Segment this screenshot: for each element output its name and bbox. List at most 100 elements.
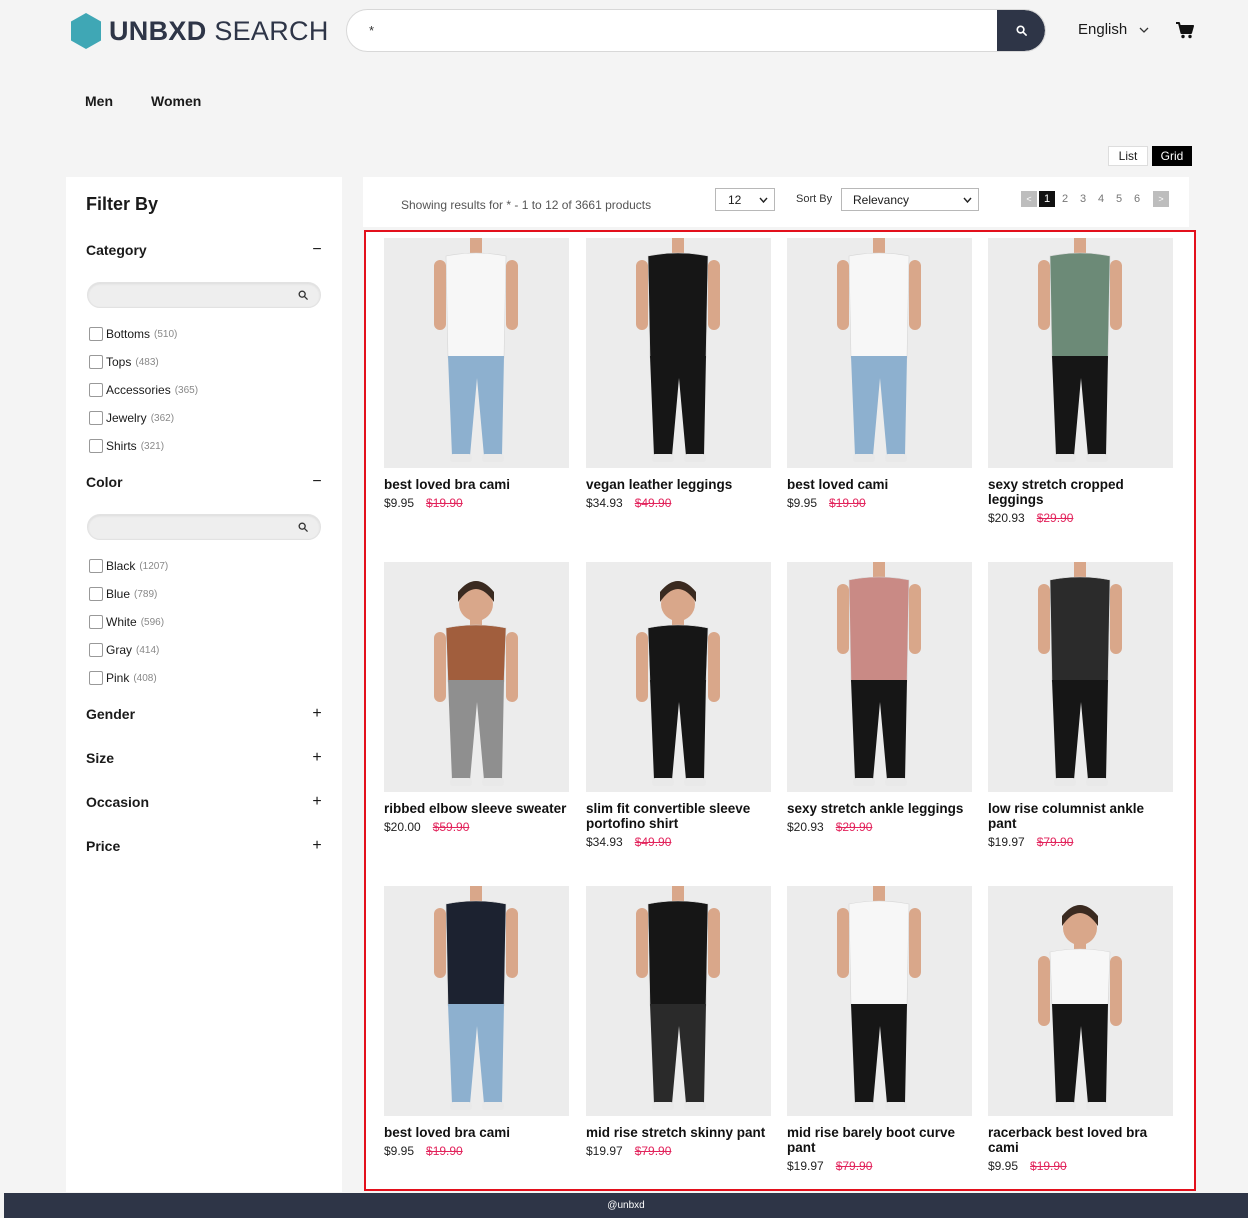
product-price: $19.97 $79.90 <box>988 835 1173 849</box>
search-button[interactable] <box>997 10 1045 51</box>
page-4[interactable]: 4 <box>1093 191 1109 207</box>
collapse-icon[interactable]: − <box>310 241 324 259</box>
product-image-frame[interactable] <box>787 886 972 1116</box>
page-2[interactable]: 2 <box>1057 191 1073 207</box>
prev-page-button[interactable]: < <box>1021 191 1037 207</box>
product-card[interactable]: sexy stretch cropped leggings $20.93 $29.9… <box>988 238 1173 525</box>
category-option-shirts[interactable]: Shirts (321) <box>89 438 164 454</box>
product-card[interactable]: sexy stretch ankle leggings $20.93 $29.90 <box>787 562 972 834</box>
brand-logo[interactable]: UNBXD SEARCH <box>70 13 329 49</box>
checkbox[interactable] <box>89 383 103 397</box>
product-card[interactable]: slim fit convertible sleeve portofino sh… <box>586 562 771 849</box>
category-option-jewelry[interactable]: Jewelry (362) <box>89 410 174 426</box>
checkbox[interactable] <box>89 411 103 425</box>
page-3[interactable]: 3 <box>1075 191 1091 207</box>
category-option-bottoms[interactable]: Bottoms (510) <box>89 326 177 342</box>
sort-select[interactable]: Relevancy <box>841 188 979 211</box>
product-image-frame[interactable] <box>787 238 972 468</box>
search-icon <box>298 522 308 532</box>
expand-icon[interactable]: + <box>310 793 324 811</box>
facet-price-header[interactable]: Price + <box>86 837 324 855</box>
facet-category-header[interactable]: Category − <box>86 241 324 259</box>
expand-icon[interactable]: + <box>310 705 324 723</box>
product-title[interactable]: mid rise stretch skinny pant <box>586 1125 771 1140</box>
facet-color-header[interactable]: Color − <box>86 473 324 491</box>
product-card[interactable]: best loved bra cami $9.95 $19.90 <box>384 238 569 510</box>
search-input[interactable] <box>347 10 997 51</box>
nav-women[interactable]: Women <box>151 93 201 109</box>
product-card[interactable]: vegan leather leggings $34.93 $49.90 <box>586 238 771 510</box>
grid-view-button[interactable]: Grid <box>1152 146 1192 166</box>
product-card[interactable]: mid rise barely boot curve pant $19.97 $79… <box>787 886 972 1173</box>
page-1[interactable]: 1 <box>1039 191 1055 207</box>
product-image-frame[interactable] <box>384 562 569 792</box>
checkbox[interactable] <box>89 439 103 453</box>
color-option-pink[interactable]: Pink (408) <box>89 670 157 686</box>
page-5[interactable]: 5 <box>1111 191 1127 207</box>
cart-icon[interactable] <box>1176 22 1194 39</box>
product-image-frame[interactable] <box>586 562 771 792</box>
list-view-button[interactable]: List <box>1108 146 1148 166</box>
expand-icon[interactable]: + <box>310 749 324 767</box>
category-option-tops[interactable]: Tops (483) <box>89 354 159 370</box>
product-title[interactable]: sexy stretch cropped leggings <box>988 477 1173 507</box>
color-option-black[interactable]: Black (1207) <box>89 558 168 574</box>
product-title[interactable]: ribbed elbow sleeve sweater <box>384 801 569 816</box>
facet-occasion-header[interactable]: Occasion + <box>86 793 324 811</box>
product-title[interactable]: mid rise barely boot curve pant <box>787 1125 972 1155</box>
product-image-frame[interactable] <box>787 562 972 792</box>
product-image <box>988 886 1173 1116</box>
product-title[interactable]: best loved cami <box>787 477 972 492</box>
product-card[interactable]: mid rise stretch skinny pant $19.97 $79.90 <box>586 886 771 1158</box>
product-title[interactable]: slim fit convertible sleeve portofino sh… <box>586 801 771 831</box>
product-title[interactable]: best loved bra cami <box>384 1125 569 1140</box>
color-option-blue[interactable]: Blue (789) <box>89 586 157 602</box>
sale-price: $19.97 <box>787 1159 824 1173</box>
product-card[interactable]: racerback best loved bra cami $9.95 $19.90 <box>988 886 1173 1173</box>
facet-gender-header[interactable]: Gender + <box>86 705 324 723</box>
product-image-frame[interactable] <box>988 238 1173 468</box>
checkbox[interactable] <box>89 643 103 657</box>
product-card[interactable]: ribbed elbow sleeve sweater $20.00 $59.90 <box>384 562 569 834</box>
product-image <box>384 562 569 792</box>
product-title[interactable]: sexy stretch ankle leggings <box>787 801 972 816</box>
expand-icon[interactable]: + <box>310 837 324 855</box>
product-title[interactable]: low rise columnist ankle pant <box>988 801 1173 831</box>
product-title[interactable]: vegan leather leggings <box>586 477 771 492</box>
product-card[interactable]: low rise columnist ankle pant $19.97 $79.9… <box>988 562 1173 849</box>
checkbox[interactable] <box>89 587 103 601</box>
color-option-gray[interactable]: Gray (414) <box>89 642 159 658</box>
product-image-frame[interactable] <box>384 238 569 468</box>
checkbox[interactable] <box>89 559 103 573</box>
product-image <box>787 886 972 1116</box>
product-title[interactable]: best loved bra cami <box>384 477 569 492</box>
product-title[interactable]: racerback best loved bra cami <box>988 1125 1173 1155</box>
category-option-accessories[interactable]: Accessories (365) <box>89 382 198 398</box>
category-search-input[interactable] <box>88 283 288 307</box>
product-card[interactable]: best loved bra cami $9.95 $19.90 <box>384 886 569 1158</box>
collapse-icon[interactable]: − <box>310 473 324 491</box>
nav-men[interactable]: Men <box>85 93 113 109</box>
checkbox[interactable] <box>89 671 103 685</box>
product-image-frame[interactable] <box>988 886 1173 1116</box>
product-image-frame[interactable] <box>384 886 569 1116</box>
language-selector[interactable]: English <box>1078 21 1149 38</box>
color-search-input[interactable] <box>88 515 288 539</box>
checkbox[interactable] <box>89 327 103 341</box>
checkbox[interactable] <box>89 615 103 629</box>
results-summary: Showing results for * - 1 to 12 of 3661 … <box>401 198 652 212</box>
product-image-frame[interactable] <box>988 562 1173 792</box>
next-page-button[interactable]: > <box>1153 191 1169 207</box>
page-6[interactable]: 6 <box>1129 191 1145 207</box>
product-image-frame[interactable] <box>586 886 771 1116</box>
product-image-frame[interactable] <box>586 238 771 468</box>
page: UNBXD SEARCH English Men Women List Grid… <box>4 0 1248 1218</box>
sort-label: Sort By <box>796 193 833 205</box>
product-price: $20.00 $59.90 <box>384 820 569 834</box>
facet-size-header[interactable]: Size + <box>86 749 324 767</box>
checkbox[interactable] <box>89 355 103 369</box>
sale-price: $19.97 <box>988 835 1025 849</box>
per-page-select[interactable]: 12 <box>715 188 775 211</box>
color-option-white[interactable]: White (596) <box>89 614 164 630</box>
product-card[interactable]: best loved cami $9.95 $19.90 <box>787 238 972 510</box>
